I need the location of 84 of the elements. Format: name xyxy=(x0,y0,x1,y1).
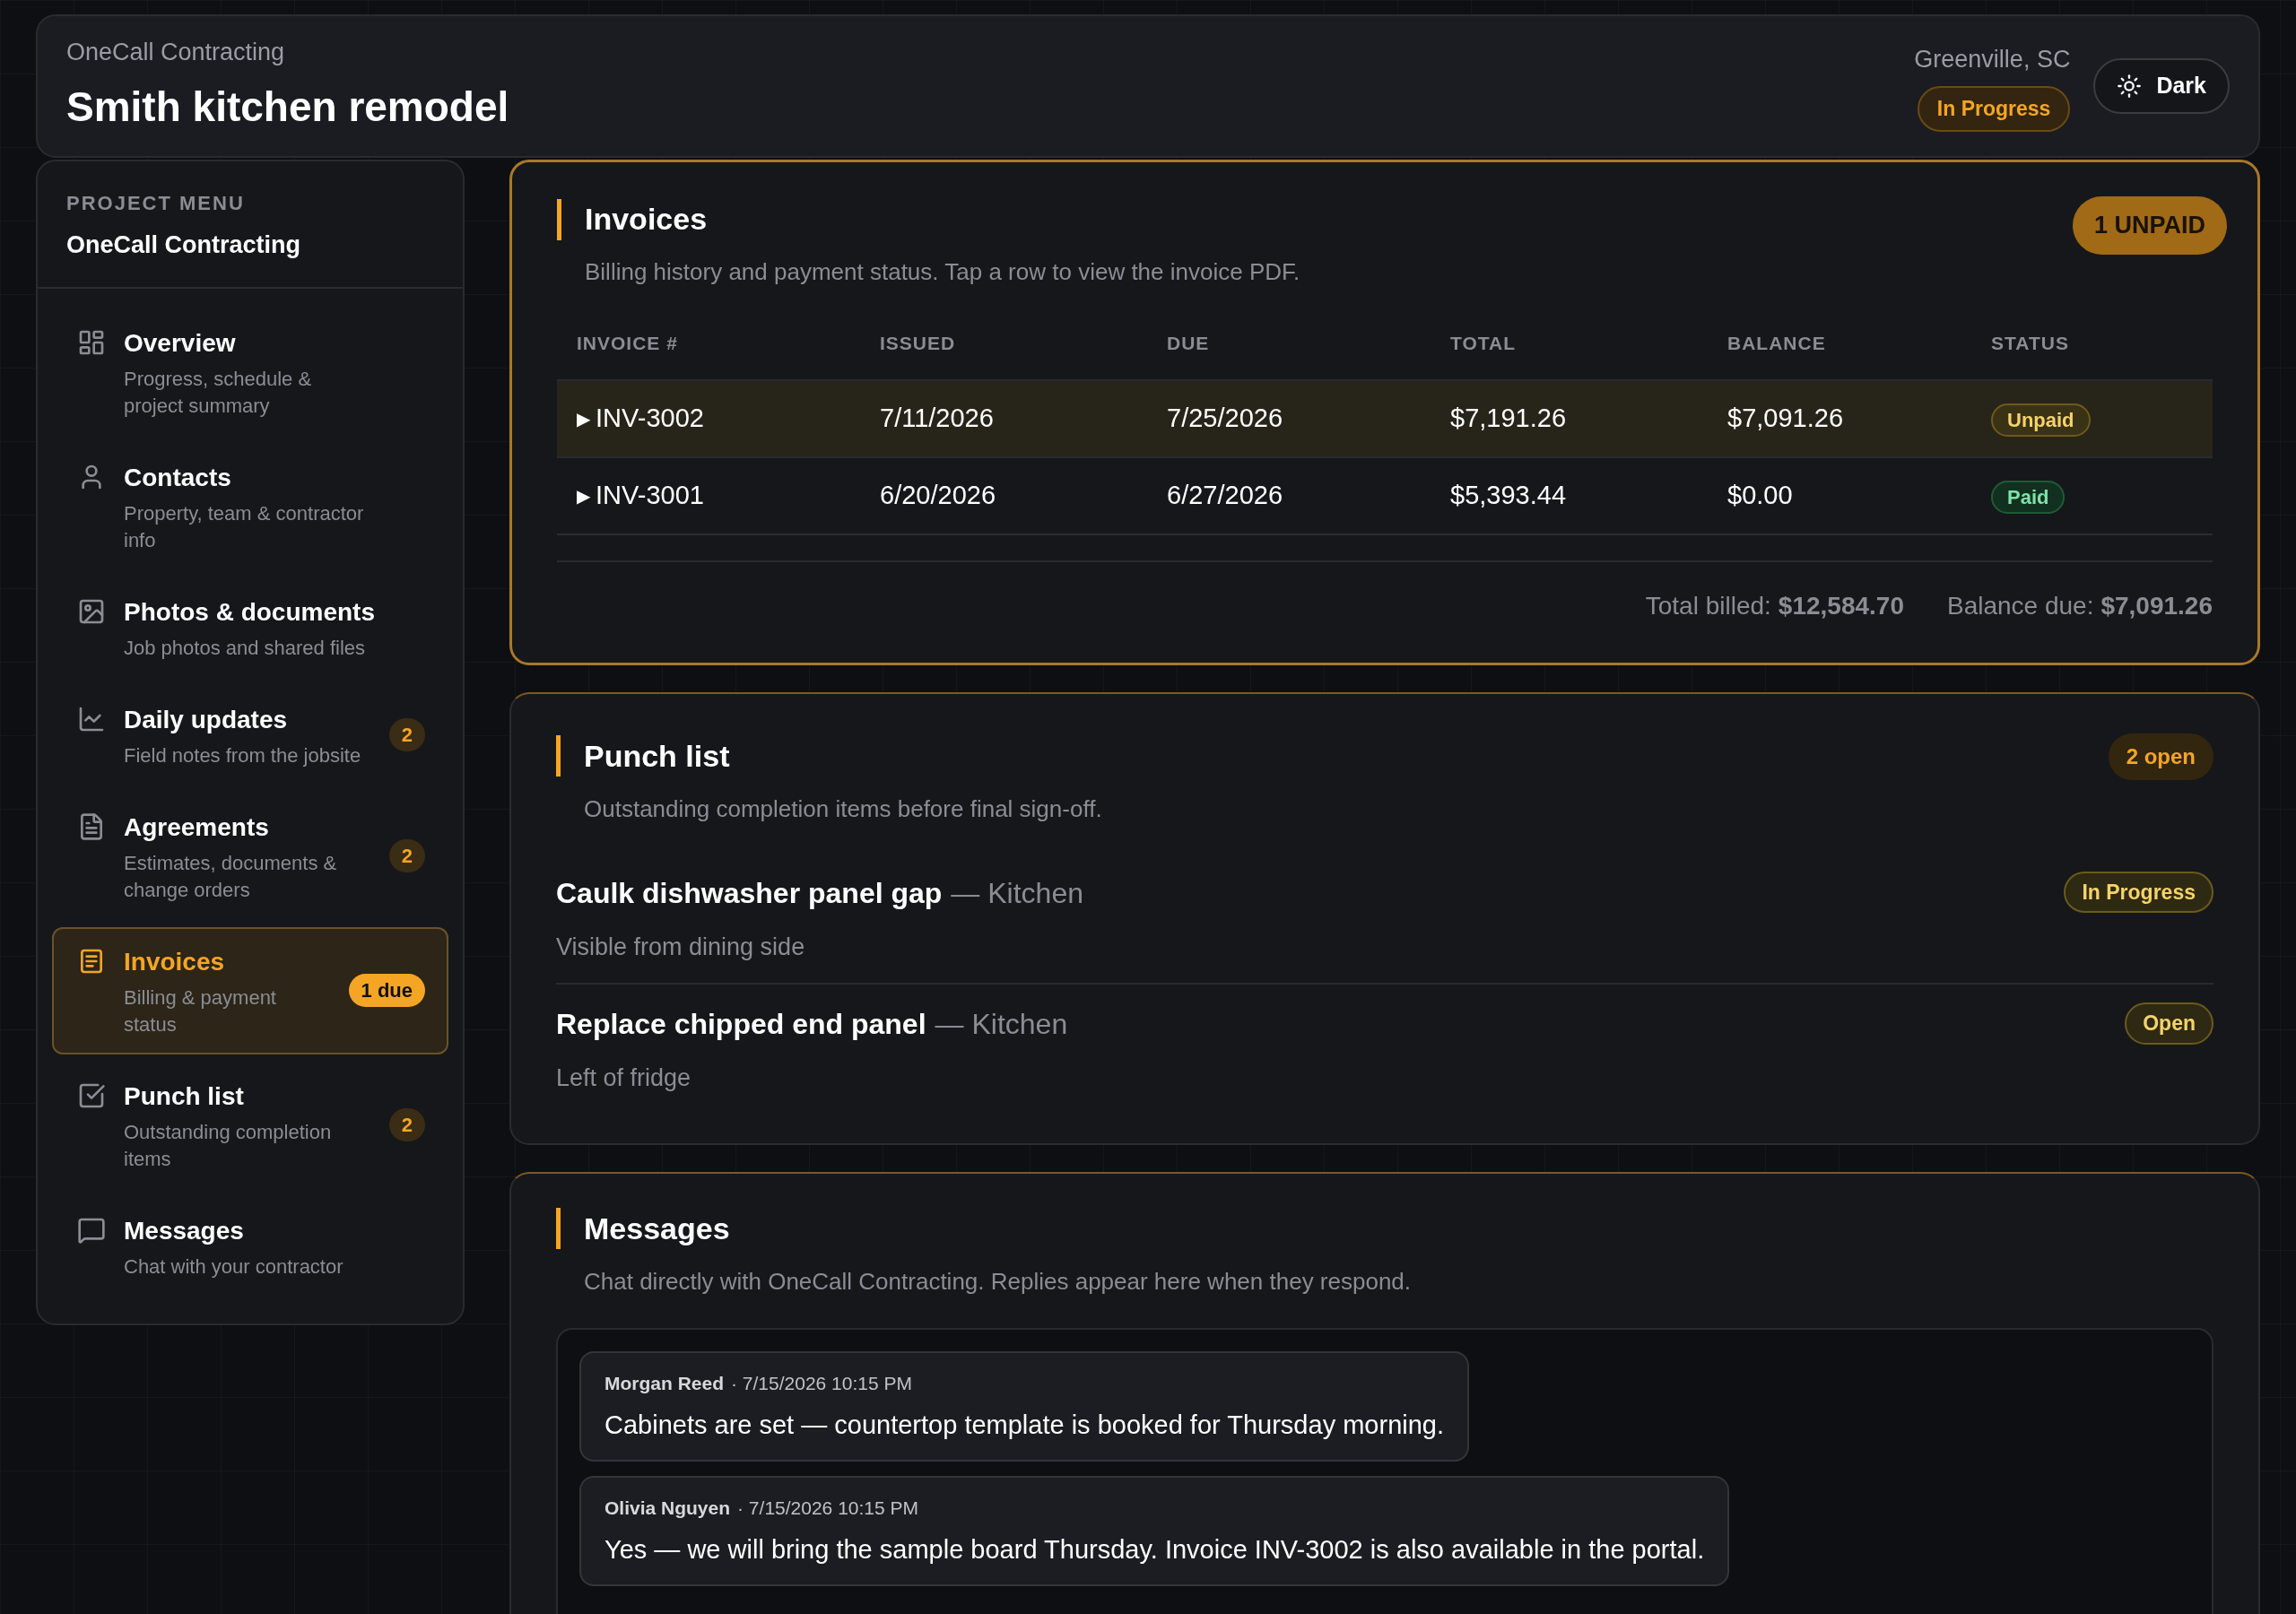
column-header: BALANCE xyxy=(1727,332,1827,355)
total-label: Total billed: xyxy=(1645,590,1771,621)
message-text: Yes — we will bring the sample board Thursday. Invoice INV-3002 is also available in the portal. xyxy=(604,1534,1705,1566)
status-badge: In Progress xyxy=(1917,86,2071,132)
sidebar-item[interactable]: Contacts Property, team & contractor info xyxy=(52,442,448,570)
column-header: INVOICE # xyxy=(577,332,679,355)
total-label: Balance due: xyxy=(1946,590,2094,621)
table-cell-text: 7/11/2026 xyxy=(880,402,995,434)
sidebar-item[interactable]: Invoices Billing & payment status 1 due xyxy=(52,926,448,1054)
total-value: $7,091.26 xyxy=(2100,590,2213,621)
item-note: Left of fridge xyxy=(556,1063,692,1093)
table-cell-text: 6/27/2026 xyxy=(1167,479,1283,511)
item-description: Outstanding completion items xyxy=(124,1119,333,1172)
section-title: Punch list xyxy=(584,737,730,775)
item-title: Photos & documents xyxy=(124,596,376,628)
open-count-badge: 2 open xyxy=(2108,733,2213,780)
status-badge: In Progress xyxy=(2064,871,2213,913)
table-cell-text: INV-3002 xyxy=(596,402,704,434)
column-header: STATUS xyxy=(1991,332,2070,355)
menu-subtitle: OneCall Contracting xyxy=(66,230,302,260)
total-value: $12,584.70 xyxy=(1778,590,1904,621)
sun-icon xyxy=(2117,74,2143,99)
status-badge: Unpaid xyxy=(1991,403,2091,437)
item-description: Estimates, documents & change orders xyxy=(124,850,338,903)
invoice-row[interactable]: ▶ INV-3001 6/20/2026 6/27/2026 $5,393.44 $0.00 Paid xyxy=(557,457,2213,535)
item-description: Field notes from the jobsite xyxy=(124,742,362,768)
table-cell-text: 6/20/2026 xyxy=(880,479,996,511)
message-time: · 7/15/2026 10:15 PM xyxy=(731,1371,912,1395)
table-cell-text: $7,091.26 xyxy=(1727,402,1844,434)
invoice-row[interactable]: ▶ INV-3002 7/11/2026 7/25/2026 $7,191.26 $7,091.26 Unpaid xyxy=(557,380,2213,458)
item-title: Messages xyxy=(124,1215,245,1246)
sidebar-item[interactable]: Photos & documents Job photos and shared files xyxy=(52,577,448,678)
item-location: — Kitchen xyxy=(951,875,1083,911)
status-badge: Paid xyxy=(1991,480,2066,514)
item-title: Daily updates xyxy=(124,704,289,735)
table-cell-text: $7,191.26 xyxy=(1450,402,1567,434)
location-text: Greenville, SC xyxy=(1914,44,2071,74)
expand-arrow: ▶ xyxy=(577,484,590,508)
item-title: Punch list xyxy=(124,1080,245,1112)
sidebar-item[interactable]: Overview Progress, schedule & project summary xyxy=(52,308,448,436)
project-title: Smith kitchen remodel xyxy=(66,82,509,132)
theme-toggle-button[interactable]: Dark xyxy=(2093,58,2230,114)
sidebar-item[interactable]: Daily updates Field notes from the jobsite 2 xyxy=(52,684,448,785)
count-badge: 1 due xyxy=(348,974,425,1007)
table-cell-text: 7/25/2026 xyxy=(1167,402,1283,434)
message-author: Olivia Nguyen xyxy=(604,1496,731,1520)
section-subtitle: Outstanding completion items before final sign-off. xyxy=(583,794,1102,824)
sidebar-item[interactable]: Punch list Outstanding completion items 2 xyxy=(52,1061,448,1189)
column-header: DUE xyxy=(1167,332,1211,355)
item-description: Job photos and shared files xyxy=(124,635,366,661)
table-cell-text: $0.00 xyxy=(1727,479,1794,511)
company-name: OneCall Contracting xyxy=(66,38,286,68)
item-title: Agreements xyxy=(124,811,270,843)
item-description: Chat with your contractor xyxy=(124,1254,344,1280)
section-title: Messages xyxy=(584,1210,730,1247)
item-note: Visible from dining side xyxy=(556,932,806,962)
menu-heading: PROJECT MENU xyxy=(66,191,246,216)
message-time: · 7/15/2026 10:15 PM xyxy=(737,1496,919,1520)
table-cell-text: $5,393.44 xyxy=(1450,479,1567,511)
unpaid-badge: 1 UNPAID xyxy=(2072,196,2227,255)
count-badge: 2 xyxy=(388,1108,425,1141)
item-description: Billing & payment status xyxy=(124,985,277,1037)
item-title: Invoices xyxy=(124,946,226,977)
sidebar-item[interactable]: Messages Chat with your contractor xyxy=(52,1195,448,1297)
item-description: Property, team & contractor info xyxy=(124,500,365,553)
item-title: Contacts xyxy=(124,462,232,493)
count-badge: 2 xyxy=(388,718,425,751)
item-description: Progress, schedule & project summary xyxy=(124,366,313,419)
section-title: Invoices xyxy=(585,201,708,238)
column-header: TOTAL xyxy=(1450,332,1518,355)
item-title: Overview xyxy=(124,327,237,359)
message-author: Morgan Reed xyxy=(604,1371,724,1395)
item-location: — Kitchen xyxy=(935,1007,1068,1042)
item-title: Replace chipped end panel xyxy=(556,1007,926,1042)
status-badge: Open xyxy=(2125,1002,2213,1045)
sidebar-item[interactable]: Agreements Estimates, documents & change orders 2 xyxy=(52,792,448,920)
item-title: Caulk dishwasher panel gap xyxy=(556,875,943,911)
column-header: ISSUED xyxy=(880,332,957,355)
table-cell-text: INV-3001 xyxy=(596,479,704,511)
count-badge: 2 xyxy=(388,839,425,872)
section-subtitle: Billing history and payment status. Tap a row to view the invoice PDF. xyxy=(584,257,1300,287)
message-text: Cabinets are set — countertop template is booked for Thursday morning. xyxy=(604,1410,1444,1441)
expand-arrow: ▶ xyxy=(577,407,590,430)
section-subtitle: Chat directly with OneCall Contracting. Replies appear here when they respond. xyxy=(583,1266,1413,1297)
